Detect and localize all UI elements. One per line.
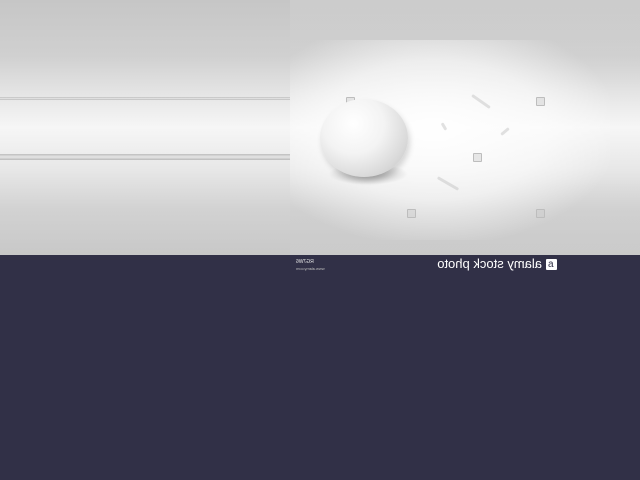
stock-photo xyxy=(0,0,640,255)
horizontal-line-top xyxy=(0,97,290,100)
image-id: RG7W6 xyxy=(296,259,314,265)
alamy-logo-letter: a xyxy=(548,259,554,270)
watermark-mark xyxy=(536,97,545,106)
watermark-mark xyxy=(473,153,482,162)
brand-text: alamy stock photo xyxy=(437,256,542,271)
watermark-banner xyxy=(0,255,640,480)
egg xyxy=(320,99,408,177)
site-url: www.alamy.com xyxy=(296,266,325,271)
watermark-mark xyxy=(407,209,416,218)
horizontal-line-middle xyxy=(0,154,290,160)
watermark-mark xyxy=(536,209,545,218)
